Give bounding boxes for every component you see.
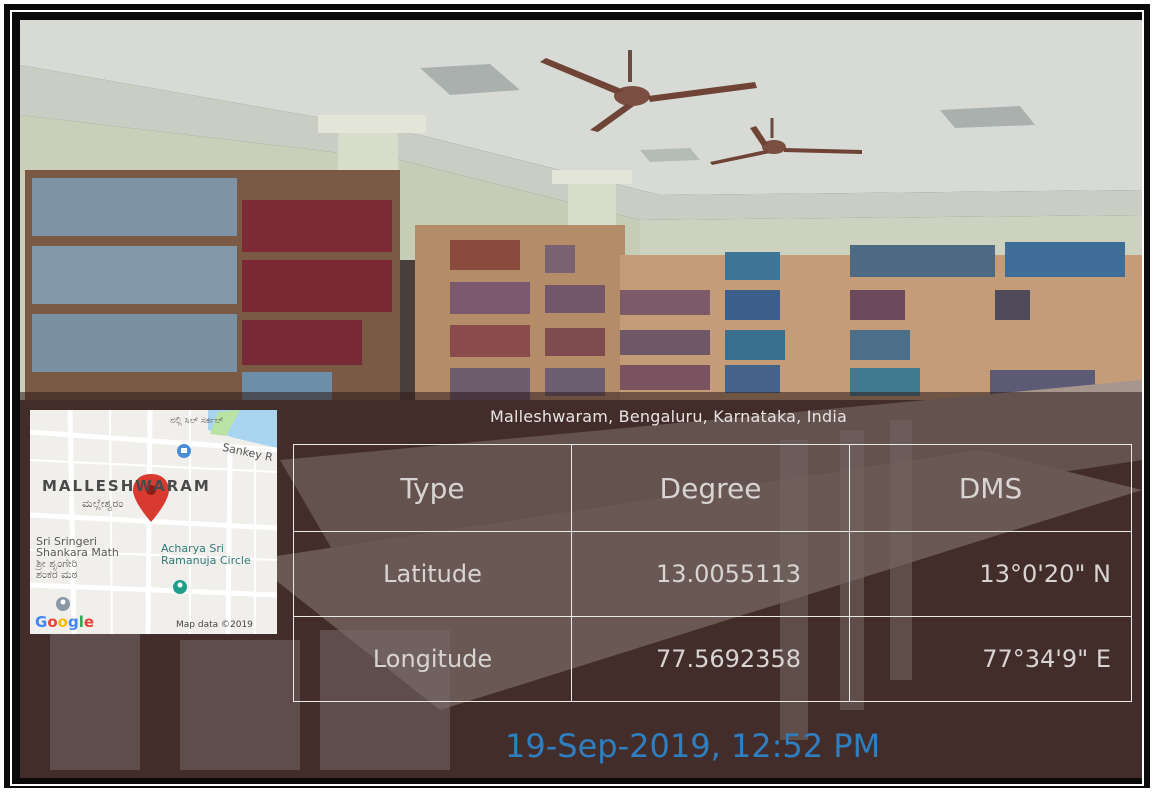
header-type: Type [293,444,572,532]
map-area-label: MALLESHWARAM [42,477,211,495]
location-address: Malleshwaram, Bengaluru, Karnataka, Indi… [490,407,848,426]
capture-timestamp: 19-Sep-2019, 12:52 PM [505,727,881,765]
coordinates-table: Type Degree DMS Latitude 13.0055113 13°0… [293,444,1132,702]
longitude-dms: 77°34'9" E [849,616,1132,702]
map-area-local-label: ಮಲ್ಲೇಶ್ವರಂ [82,497,124,510]
latitude-degree: 13.0055113 [571,531,850,617]
table-header-row: Type Degree DMS [293,444,1132,532]
google-logo: Google [35,613,95,631]
header-dms: DMS [849,444,1132,532]
longitude-label: Longitude [293,616,572,702]
acharya-line-2: Ramanuja Circle [161,554,251,567]
map-acharya-label: Acharya Sri Ramanuja Circle [161,543,251,567]
longitude-degree: 77.5692358 [571,616,850,702]
map-sringeri-label: Sri Sringeri Shankara Math ಶ್ರೀ ಶೃಂಗೇರಿ … [36,536,119,580]
latitude-dms: 13°0'20" N [849,531,1132,617]
table-row: Longitude 77.5692358 77°34'9" E [293,616,1132,702]
table-row: Latitude 13.0055113 13°0'20" N [293,531,1132,617]
location-map[interactable]: ನಲ್ಲಿ ಸಿಲ್ ಸರ್ಕಲ್ Sankey R MALLESHWARAM … [30,410,277,634]
poi-marker-icon [56,597,70,611]
map-data-attribution: Map data ©2019 [176,620,253,630]
header-degree: Degree [571,444,850,532]
latitude-label: Latitude [293,531,572,617]
sringeri-line-4: ಶಂಕರ ಮಠ [36,568,78,581]
park-marker-icon [173,580,187,594]
map-poi-local-label: ನಲ್ಲಿ ಸಿಲ್ ಸರ್ಕಲ್ [170,416,224,426]
poi-marker-icon [177,444,191,458]
